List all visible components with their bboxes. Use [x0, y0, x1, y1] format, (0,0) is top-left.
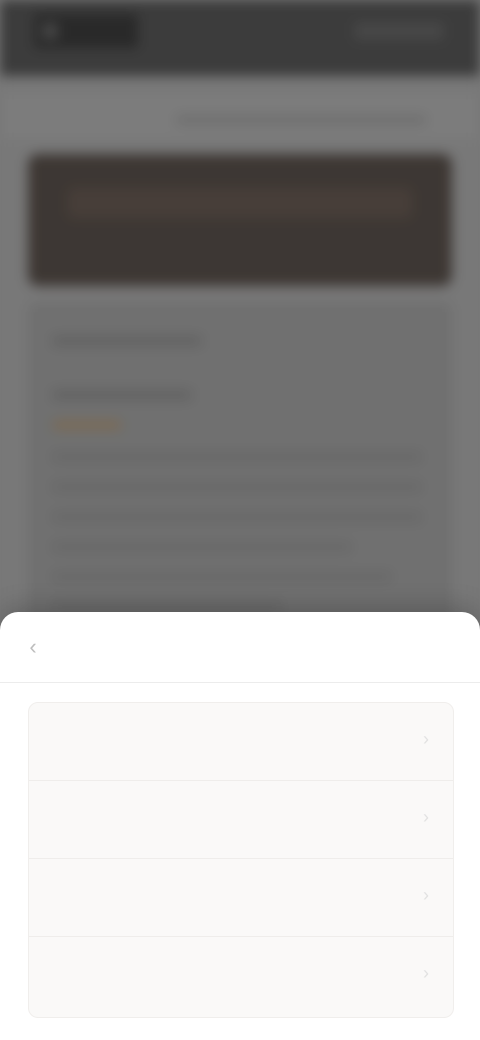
- back-arrow-icon[interactable]: ‹: [20, 634, 46, 660]
- chevron-right-icon: ›: [423, 807, 429, 827]
- option-item[interactable]: ›: [29, 937, 453, 1015]
- option-item[interactable]: ›: [29, 859, 453, 937]
- chevron-right-icon: ›: [423, 885, 429, 905]
- bottom-sheet: ‹ › › › ›: [0, 612, 480, 1040]
- option-item[interactable]: ›: [29, 703, 453, 781]
- chevron-right-icon: ›: [423, 963, 429, 983]
- option-item[interactable]: ›: [29, 781, 453, 859]
- option-list: › › › ›: [28, 702, 454, 1018]
- chevron-right-icon: ›: [423, 729, 429, 749]
- bottom-sheet-header: ‹: [0, 612, 480, 683]
- app-root: ‹ › › › ›: [0, 0, 480, 1040]
